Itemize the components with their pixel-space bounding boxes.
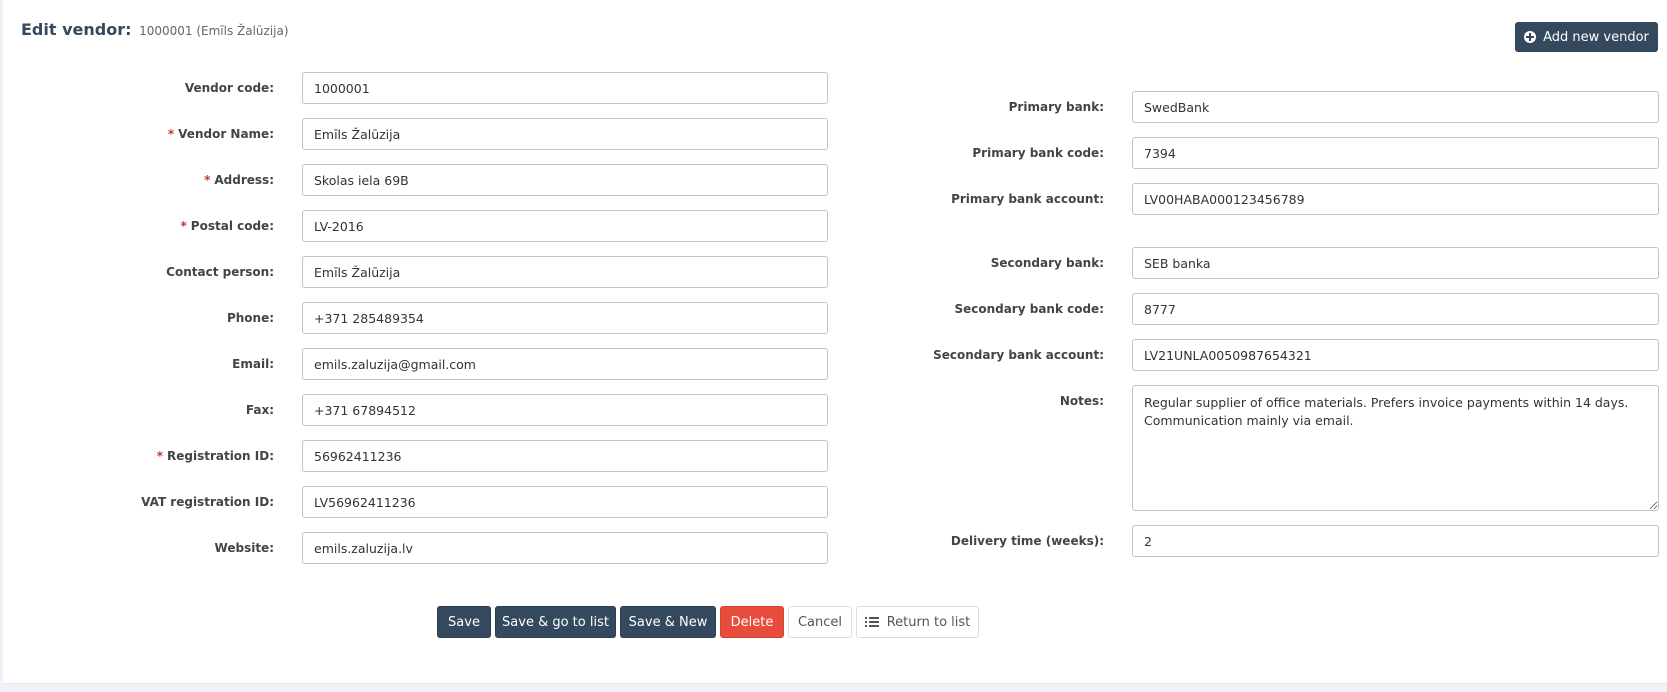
label-vendor-code: Vendor code: <box>184 81 274 95</box>
delivery-time-input[interactable] <box>1132 525 1659 557</box>
label-delivery-time: Delivery time (weeks): <box>950 534 1104 548</box>
label-notes: Notes: <box>1059 394 1104 408</box>
vendor-edit-panel: Edit vendor: 1000001 (Emīls Žalūzija) Ad… <box>3 0 1667 684</box>
cancel-button[interactable]: Cancel <box>788 606 852 638</box>
label-vat-registration-id: VAT registration ID: <box>141 495 274 509</box>
contact-person-input[interactable] <box>302 256 828 288</box>
label-secondary-bank-account: Secondary bank account: <box>933 348 1104 362</box>
label-email: Email: <box>232 357 274 371</box>
notes-textarea[interactable]: Regular supplier of office materials. Pr… <box>1132 385 1659 511</box>
add-new-vendor-label: Add new vendor <box>1543 29 1649 45</box>
add-new-vendor-button[interactable]: Add new vendor <box>1515 22 1658 52</box>
delete-button[interactable]: Delete <box>720 606 784 638</box>
page-subtitle: 1000001 (Emīls Žalūzija) <box>139 24 289 38</box>
primary-bank-code-input[interactable] <box>1132 137 1659 169</box>
vendor-code-input[interactable] <box>302 72 828 104</box>
phone-input[interactable] <box>302 302 828 334</box>
secondary-bank-account-input[interactable] <box>1132 339 1659 371</box>
label-vendor-name: * Vendor Name: <box>167 127 274 141</box>
label-contact-person: Contact person: <box>166 265 274 279</box>
label-secondary-bank-code: Secondary bank code: <box>954 302 1104 316</box>
label-primary-bank: Primary bank: <box>1008 100 1104 114</box>
address-input[interactable] <box>302 164 828 196</box>
required-marker: * <box>180 219 187 233</box>
save-go-to-list-button[interactable]: Save & go to list <box>495 606 616 638</box>
label-primary-bank-code: Primary bank code: <box>972 146 1104 160</box>
label-registration-id: * Registration ID: <box>156 449 274 463</box>
website-input[interactable] <box>302 532 828 564</box>
secondary-bank-input[interactable] <box>1132 247 1659 279</box>
label-primary-bank-account: Primary bank account: <box>951 192 1104 206</box>
label-fax: Fax: <box>245 403 274 417</box>
page-title-text: Edit vendor: <box>21 20 132 39</box>
return-to-list-label: Return to list <box>886 614 971 630</box>
save-button[interactable]: Save <box>437 606 491 638</box>
required-marker: * <box>204 173 211 187</box>
return-to-list-button[interactable]: Return to list <box>856 606 979 638</box>
save-new-button[interactable]: Save & New <box>620 606 716 638</box>
list-icon <box>864 617 879 627</box>
vat-registration-id-input[interactable] <box>302 486 828 518</box>
postal-code-input[interactable] <box>302 210 828 242</box>
label-address: * Address: <box>204 173 274 187</box>
required-marker: * <box>156 449 163 463</box>
label-website: Website: <box>214 541 274 555</box>
vendor-name-input[interactable] <box>302 118 828 150</box>
label-postal-code: * Postal code: <box>180 219 274 233</box>
registration-id-input[interactable] <box>302 440 828 472</box>
label-secondary-bank: Secondary bank: <box>990 256 1104 270</box>
plus-circle-icon <box>1524 31 1537 43</box>
secondary-bank-code-input[interactable] <box>1132 293 1659 325</box>
email-input[interactable] <box>302 348 828 380</box>
fax-input[interactable] <box>302 394 828 426</box>
label-phone: Phone: <box>226 311 274 325</box>
primary-bank-account-input[interactable] <box>1132 183 1659 215</box>
required-marker: * <box>167 127 175 141</box>
primary-bank-input[interactable] <box>1132 91 1659 123</box>
page-title: Edit vendor: 1000001 (Emīls Žalūzija) <box>21 20 289 39</box>
